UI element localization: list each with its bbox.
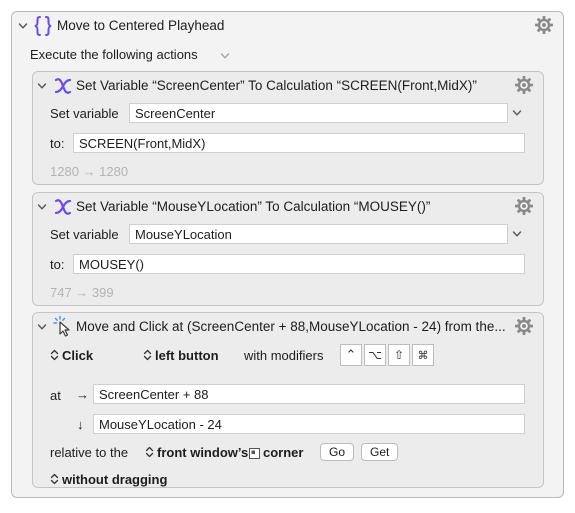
variable-x-icon [52,76,74,96]
calculation-field[interactable]: SCREEN(Front,MidX) [73,133,525,153]
x-coordinate-field[interactable]: ScreenCenter + 88 [93,384,525,404]
gear-icon[interactable] [534,15,554,35]
variable-dropdown-chevron-icon[interactable] [510,106,524,120]
execute-label: Execute the following actions [30,47,198,62]
control-modifier-toggle[interactable]: ⌃ [340,344,362,366]
collapse-chevron-icon[interactable] [35,200,49,214]
x-arrow-icon: → [76,387,89,402]
y-arrow-icon: ↓ [77,417,84,432]
shift-key-icon: ⇧ [393,348,405,362]
command-key-icon: ⌘ [417,349,429,362]
updown-icon [50,349,59,361]
macro-title: Move to Centered Playhead [57,18,225,33]
set-variable-label: Set variable [50,106,119,121]
mouse-click-icon [53,315,70,337]
variable-name-field[interactable]: ScreenCenter [129,103,508,123]
gear-icon[interactable] [514,75,534,95]
execute-dropdown-chevron-icon[interactable] [218,49,232,63]
to-label: to: [50,257,65,272]
control-key-icon: ⌃ [345,347,357,362]
variable-x-icon [52,197,74,217]
gear-icon[interactable] [514,196,534,216]
collapse-chevron-icon[interactable] [16,19,30,33]
variable-dropdown-chevron-icon[interactable] [510,227,524,241]
shift-modifier-toggle[interactable]: ⇧ [388,344,410,366]
curly-braces-icon [34,16,52,36]
set-variable-label: Set variable [50,227,119,242]
modifiers-label: with modifiers [244,348,324,363]
calculation-result: 747 → 399 [50,285,114,300]
updown-icon [145,446,154,458]
action-set-variable-mouseylocation: Set Variable “MouseYLocation” To Calcula… [32,192,544,306]
collapse-chevron-icon[interactable] [35,79,49,93]
action-set-variable-screencenter: Set Variable “ScreenCenter” To Calculati… [32,71,544,185]
get-button[interactable]: Get [361,443,399,461]
action-title: Move and Click at (ScreenCenter + 88,Mou… [76,319,506,334]
relative-to-popup[interactable]: front window’s [145,445,248,460]
y-coordinate-field[interactable]: MouseYLocation - 24 [93,414,525,434]
option-key-icon: ⌥ [368,348,382,362]
action-title: Set Variable “MouseYLocation” To Calcula… [76,199,431,214]
calculation-result: 1280 → 1280 [50,164,129,179]
updown-icon [143,349,152,361]
window-corner-icon [249,448,260,459]
updown-icon [50,473,59,485]
click-type-popup[interactable]: Click [50,348,93,363]
gear-icon[interactable] [514,316,534,336]
calculation-field[interactable]: MOUSEY() [73,254,525,274]
variable-name-field[interactable]: MouseYLocation [129,224,508,244]
drag-option-popup[interactable]: without dragging [50,472,167,487]
corner-label: corner [263,445,304,460]
to-label: to: [50,136,65,151]
at-label: at [50,388,61,403]
mouse-button-popup[interactable]: left button [143,348,219,363]
collapse-chevron-icon[interactable] [35,320,49,334]
relative-label: relative to the [50,445,129,460]
command-modifier-toggle[interactable]: ⌘ [412,344,434,366]
option-modifier-toggle[interactable]: ⌥ [364,344,386,366]
action-title: Set Variable “ScreenCenter” To Calculati… [76,78,477,93]
go-button[interactable]: Go [320,443,355,461]
action-move-and-click: Move and Click at (ScreenCenter + 88,Mou… [32,312,544,488]
macro-panel: Move to Centered Playhead Execute the fo… [11,11,564,498]
